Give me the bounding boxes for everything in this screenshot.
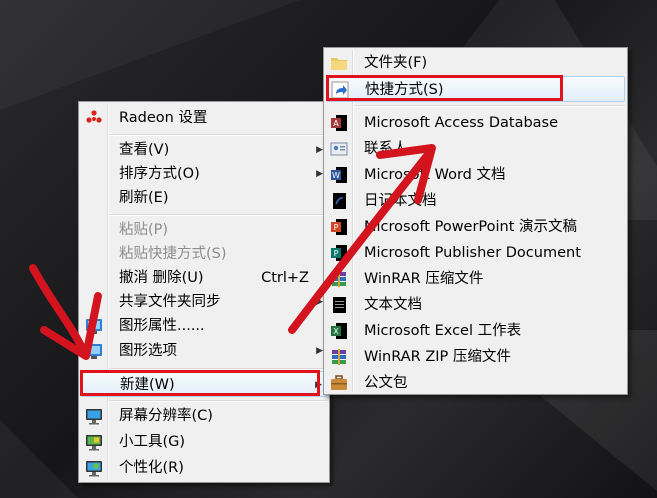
menu-item-label: WinRAR 压缩文件 [364,271,484,287]
menu-item-label: Radeon 设置 [119,110,208,126]
menu-item-label: Microsoft Excel 工作表 [364,323,522,339]
menu-item-label: 联系人 [364,141,408,157]
menu-item-label: 撤消 删除(U) [119,270,204,286]
journal-icon [333,193,346,209]
access-icon: A [331,115,347,131]
submenu-arrow-icon: ▶ [316,145,323,155]
menu-item-new[interactable]: 新建(W) ▶ [81,371,327,397]
menu-item-label: 新建(W) [120,377,175,393]
menu-item-label: 文本文档 [364,297,422,313]
desktop-context-menu: Radeon 设置 查看(V) ▶ 排序方式(O) ▶ 刷新(E) 粘贴(P) … [78,101,330,483]
svg-text:P: P [334,249,339,258]
menu-item-label: 个性化(R) [119,460,184,476]
menu-item-label: 图形属性...... [119,318,205,334]
winrar-icon [332,271,346,287]
menu-separator [109,214,327,216]
new-item-briefcase[interactable]: 公文包 [326,370,625,396]
menu-item-label: 刷新(E) [119,190,169,206]
svg-text:W: W [332,171,340,180]
new-submenu: 文件夹(F) 快捷方式(S) A Microsoft Access Databa… [323,47,628,395]
menu-item-label: 共享文件夹同步 [119,294,221,310]
new-item-winrar-zip-archive[interactable]: WinRAR ZIP 压缩文件 [326,344,625,370]
shortcut-icon [331,81,349,99]
powerpoint-icon: P [331,219,347,235]
menu-item-label: 粘贴快捷方式(S) [119,246,227,262]
menu-item-label: Microsoft Word 文档 [364,167,506,183]
new-item-excel-worksheet[interactable]: X Microsoft Excel 工作表 [326,318,625,344]
graphics-options-icon [86,344,102,359]
menu-item-undo-delete[interactable]: 撤消 删除(U) Ctrl+Z [81,265,327,291]
folder-icon [331,58,347,70]
word-icon: W [331,167,347,183]
menu-item-label: 文件夹(F) [364,55,428,71]
menu-item-personalize[interactable]: 个性化(R) [81,455,327,481]
screen-resolution-icon [86,409,102,425]
submenu-arrow-icon: ▶ [316,346,323,356]
graphics-properties-icon [86,319,102,334]
menu-separator [109,368,327,370]
svg-text:A: A [333,119,339,128]
menu-item-label: 查看(V) [119,142,170,158]
menu-separator [109,134,327,136]
new-item-journal-document[interactable]: 日记本文档 [326,188,625,214]
new-item-access-database[interactable]: A Microsoft Access Database [326,110,625,136]
new-item-word-document[interactable]: W Microsoft Word 文档 [326,162,625,188]
menu-item-graphics-options[interactable]: 图形选项 ▶ [81,338,327,364]
menu-item-shortcut: Ctrl+Z [261,270,309,286]
svg-text:X: X [333,327,339,336]
svg-text:P: P [334,223,339,232]
menu-item-view[interactable]: 查看(V) ▶ [81,137,327,163]
submenu-arrow-icon: ▶ [316,169,323,179]
menu-item-label: 图形选项 [119,343,177,359]
menu-item-sort-by[interactable]: 排序方式(O) ▶ [81,161,327,187]
text-document-icon [333,297,346,313]
new-item-contact[interactable]: 联系人 [326,136,625,162]
radeon-icon [86,110,102,123]
menu-item-radeon-settings[interactable]: Radeon 设置 [81,105,327,131]
personalize-icon [86,461,102,477]
menu-item-label: 快捷方式(S) [365,82,444,98]
new-item-text-document[interactable]: 文本文档 [326,292,625,318]
publisher-icon: P [331,245,347,261]
briefcase-icon [331,375,347,390]
menu-item-shared-folder-sync[interactable]: 共享文件夹同步 ▶ [81,289,327,315]
new-item-publisher-document[interactable]: P Microsoft Publisher Document [326,240,625,266]
gadgets-icon [86,435,102,451]
contact-icon [330,142,348,156]
submenu-arrow-icon: ▶ [316,297,323,307]
menu-item-gadgets[interactable]: 小工具(G) [81,429,327,455]
menu-item-screen-resolution[interactable]: 屏幕分辨率(C) [81,403,327,429]
menu-separator [109,400,327,402]
menu-item-label: 小工具(G) [119,434,186,450]
menu-item-label: 排序方式(O) [119,166,200,182]
menu-item-label: 粘贴(P) [119,222,169,238]
submenu-arrow-icon: ▶ [315,380,322,390]
menu-item-label: 公文包 [364,375,408,391]
new-item-shortcut[interactable]: 快捷方式(S) [326,76,625,102]
menu-item-label: 日记本文档 [364,193,437,209]
menu-item-label: WinRAR ZIP 压缩文件 [364,349,511,365]
menu-item-label: 屏幕分辨率(C) [119,408,213,424]
menu-item-paste[interactable]: 粘贴(P) [81,217,327,243]
menu-item-paste-shortcut[interactable]: 粘贴快捷方式(S) [81,241,327,267]
new-item-winrar-archive[interactable]: WinRAR 压缩文件 [326,266,625,292]
menu-item-graphics-properties[interactable]: 图形属性...... [81,313,327,339]
menu-item-label: Microsoft Publisher Document [364,245,581,261]
menu-item-refresh[interactable]: 刷新(E) [81,185,327,211]
new-item-folder[interactable]: 文件夹(F) [326,50,625,76]
menu-item-label: Microsoft PowerPoint 演示文稿 [364,219,578,235]
excel-icon: X [331,323,347,339]
new-item-powerpoint-presentation[interactable]: P Microsoft PowerPoint 演示文稿 [326,214,625,240]
menu-item-label: Microsoft Access Database [364,115,559,131]
winrar-zip-icon [332,349,346,365]
menu-separator [354,105,625,107]
